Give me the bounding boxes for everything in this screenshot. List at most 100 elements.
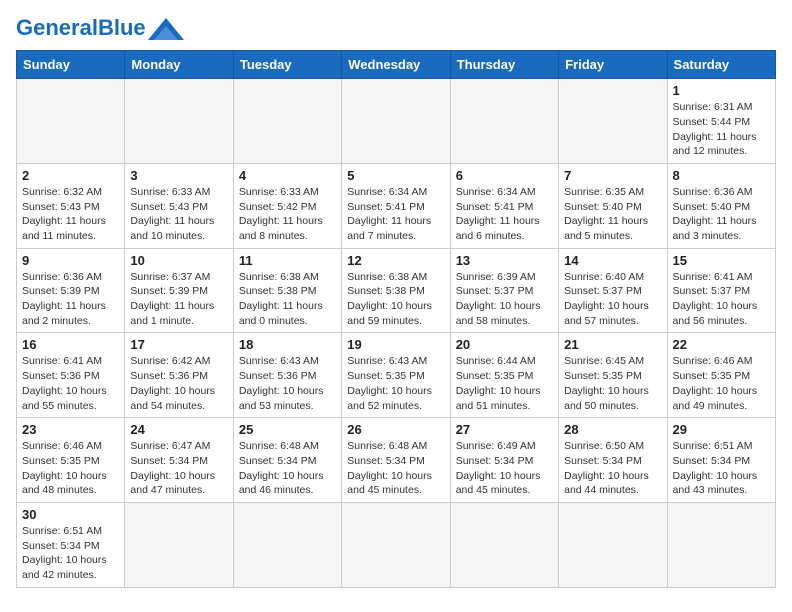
- day-number: 5: [347, 168, 444, 183]
- day-number: 21: [564, 337, 661, 352]
- calendar-cell: [450, 502, 558, 587]
- day-info: Sunrise: 6:41 AM Sunset: 5:36 PM Dayligh…: [22, 354, 119, 413]
- day-info: Sunrise: 6:31 AM Sunset: 5:44 PM Dayligh…: [673, 100, 770, 159]
- calendar-week-4: 16 Sunrise: 6:41 AM Sunset: 5:36 PM Dayli…: [17, 333, 776, 418]
- calendar-week-3: 9 Sunrise: 6:36 AM Sunset: 5:39 PM Daylig…: [17, 248, 776, 333]
- calendar-cell: 17 Sunrise: 6:42 AM Sunset: 5:36 PM Dayli…: [125, 333, 233, 418]
- calendar-cell: [125, 79, 233, 164]
- calendar-cell: 10 Sunrise: 6:37 AM Sunset: 5:39 PM Dayli…: [125, 248, 233, 333]
- day-info: Sunrise: 6:42 AM Sunset: 5:36 PM Dayligh…: [130, 354, 227, 413]
- day-info: Sunrise: 6:51 AM Sunset: 5:34 PM Dayligh…: [673, 439, 770, 498]
- calendar-cell: [233, 79, 341, 164]
- day-info: Sunrise: 6:38 AM Sunset: 5:38 PM Dayligh…: [239, 270, 336, 329]
- day-number: 15: [673, 253, 770, 268]
- day-number: 27: [456, 422, 553, 437]
- day-number: 24: [130, 422, 227, 437]
- day-info: Sunrise: 6:41 AM Sunset: 5:37 PM Dayligh…: [673, 270, 770, 329]
- day-number: 22: [673, 337, 770, 352]
- calendar-cell: 1 Sunrise: 6:31 AM Sunset: 5:44 PM Daylig…: [667, 79, 775, 164]
- day-info: Sunrise: 6:33 AM Sunset: 5:43 PM Dayligh…: [130, 185, 227, 244]
- calendar-week-2: 2Sunrise: 6:32 AM Sunset: 5:43 PM Daylig…: [17, 163, 776, 248]
- calendar-header-row: SundayMondayTuesdayWednesdayThursdayFrid…: [17, 51, 776, 79]
- header-wednesday: Wednesday: [342, 51, 450, 79]
- day-info: Sunrise: 6:34 AM Sunset: 5:41 PM Dayligh…: [456, 185, 553, 244]
- day-number: 1: [673, 83, 770, 98]
- day-number: 16: [22, 337, 119, 352]
- logo-blue: Blue: [98, 15, 146, 40]
- day-info: Sunrise: 6:51 AM Sunset: 5:34 PM Dayligh…: [22, 524, 119, 583]
- header-sunday: Sunday: [17, 51, 125, 79]
- calendar-cell: 23Sunrise: 6:46 AM Sunset: 5:35 PM Dayli…: [17, 418, 125, 503]
- day-number: 30: [22, 507, 119, 522]
- logo-general: General: [16, 15, 98, 40]
- calendar-cell: 7 Sunrise: 6:35 AM Sunset: 5:40 PM Daylig…: [559, 163, 667, 248]
- calendar-cell: 29 Sunrise: 6:51 AM Sunset: 5:34 PM Dayli…: [667, 418, 775, 503]
- calendar-cell: 15 Sunrise: 6:41 AM Sunset: 5:37 PM Dayli…: [667, 248, 775, 333]
- logo-icon: [148, 18, 184, 40]
- header-thursday: Thursday: [450, 51, 558, 79]
- day-number: 13: [456, 253, 553, 268]
- header-friday: Friday: [559, 51, 667, 79]
- calendar-cell: 11Sunrise: 6:38 AM Sunset: 5:38 PM Dayli…: [233, 248, 341, 333]
- day-number: 7: [564, 168, 661, 183]
- calendar-cell: 9 Sunrise: 6:36 AM Sunset: 5:39 PM Daylig…: [17, 248, 125, 333]
- day-number: 17: [130, 337, 227, 352]
- day-info: Sunrise: 6:33 AM Sunset: 5:42 PM Dayligh…: [239, 185, 336, 244]
- calendar-cell: 20 Sunrise: 6:44 AM Sunset: 5:35 PM Dayli…: [450, 333, 558, 418]
- calendar-cell: [17, 79, 125, 164]
- day-info: Sunrise: 6:43 AM Sunset: 5:36 PM Dayligh…: [239, 354, 336, 413]
- calendar-cell: 21 Sunrise: 6:45 AM Sunset: 5:35 PM Dayli…: [559, 333, 667, 418]
- calendar-cell: 30 Sunrise: 6:51 AM Sunset: 5:34 PM Dayli…: [17, 502, 125, 587]
- calendar-cell: 8Sunrise: 6:36 AM Sunset: 5:40 PM Daylig…: [667, 163, 775, 248]
- calendar-cell: 16 Sunrise: 6:41 AM Sunset: 5:36 PM Dayli…: [17, 333, 125, 418]
- calendar-cell: 18 Sunrise: 6:43 AM Sunset: 5:36 PM Dayli…: [233, 333, 341, 418]
- day-info: Sunrise: 6:38 AM Sunset: 5:38 PM Dayligh…: [347, 270, 444, 329]
- day-number: 12: [347, 253, 444, 268]
- calendar-cell: 13 Sunrise: 6:39 AM Sunset: 5:37 PM Dayli…: [450, 248, 558, 333]
- day-number: 20: [456, 337, 553, 352]
- calendar-cell: 2Sunrise: 6:32 AM Sunset: 5:43 PM Daylig…: [17, 163, 125, 248]
- day-info: Sunrise: 6:44 AM Sunset: 5:35 PM Dayligh…: [456, 354, 553, 413]
- header-tuesday: Tuesday: [233, 51, 341, 79]
- day-info: Sunrise: 6:35 AM Sunset: 5:40 PM Dayligh…: [564, 185, 661, 244]
- day-number: 10: [130, 253, 227, 268]
- calendar-cell: 27Sunrise: 6:49 AM Sunset: 5:34 PM Dayli…: [450, 418, 558, 503]
- day-info: Sunrise: 6:45 AM Sunset: 5:35 PM Dayligh…: [564, 354, 661, 413]
- calendar-cell: 28Sunrise: 6:50 AM Sunset: 5:34 PM Dayli…: [559, 418, 667, 503]
- calendar-cell: [559, 502, 667, 587]
- header-monday: Monday: [125, 51, 233, 79]
- day-info: Sunrise: 6:36 AM Sunset: 5:39 PM Dayligh…: [22, 270, 119, 329]
- day-info: Sunrise: 6:39 AM Sunset: 5:37 PM Dayligh…: [456, 270, 553, 329]
- day-number: 6: [456, 168, 553, 183]
- header: GeneralBlue: [16, 16, 776, 40]
- calendar-cell: 24 Sunrise: 6:47 AM Sunset: 5:34 PM Dayli…: [125, 418, 233, 503]
- calendar-cell: 12 Sunrise: 6:38 AM Sunset: 5:38 PM Dayli…: [342, 248, 450, 333]
- day-number: 26: [347, 422, 444, 437]
- day-info: Sunrise: 6:50 AM Sunset: 5:34 PM Dayligh…: [564, 439, 661, 498]
- day-number: 18: [239, 337, 336, 352]
- day-info: Sunrise: 6:48 AM Sunset: 5:34 PM Dayligh…: [239, 439, 336, 498]
- calendar-cell: [667, 502, 775, 587]
- logo-text: GeneralBlue: [16, 16, 146, 40]
- calendar-cell: [125, 502, 233, 587]
- calendar-cell: 6 Sunrise: 6:34 AM Sunset: 5:41 PM Daylig…: [450, 163, 558, 248]
- day-info: Sunrise: 6:46 AM Sunset: 5:35 PM Dayligh…: [673, 354, 770, 413]
- day-info: Sunrise: 6:37 AM Sunset: 5:39 PM Dayligh…: [130, 270, 227, 329]
- day-info: Sunrise: 6:43 AM Sunset: 5:35 PM Dayligh…: [347, 354, 444, 413]
- header-saturday: Saturday: [667, 51, 775, 79]
- calendar-cell: 14Sunrise: 6:40 AM Sunset: 5:37 PM Dayli…: [559, 248, 667, 333]
- day-number: 25: [239, 422, 336, 437]
- day-info: Sunrise: 6:47 AM Sunset: 5:34 PM Dayligh…: [130, 439, 227, 498]
- calendar-table: SundayMondayTuesdayWednesdayThursdayFrid…: [16, 50, 776, 588]
- day-number: 8: [673, 168, 770, 183]
- day-number: 29: [673, 422, 770, 437]
- calendar-cell: [342, 79, 450, 164]
- calendar-cell: 5Sunrise: 6:34 AM Sunset: 5:41 PM Daylig…: [342, 163, 450, 248]
- calendar-cell: 3Sunrise: 6:33 AM Sunset: 5:43 PM Daylig…: [125, 163, 233, 248]
- calendar-cell: 25 Sunrise: 6:48 AM Sunset: 5:34 PM Dayli…: [233, 418, 341, 503]
- day-number: 23: [22, 422, 119, 437]
- calendar-week-1: 1 Sunrise: 6:31 AM Sunset: 5:44 PM Daylig…: [17, 79, 776, 164]
- day-number: 9: [22, 253, 119, 268]
- calendar-cell: 22 Sunrise: 6:46 AM Sunset: 5:35 PM Dayli…: [667, 333, 775, 418]
- logo-row: GeneralBlue: [16, 16, 184, 40]
